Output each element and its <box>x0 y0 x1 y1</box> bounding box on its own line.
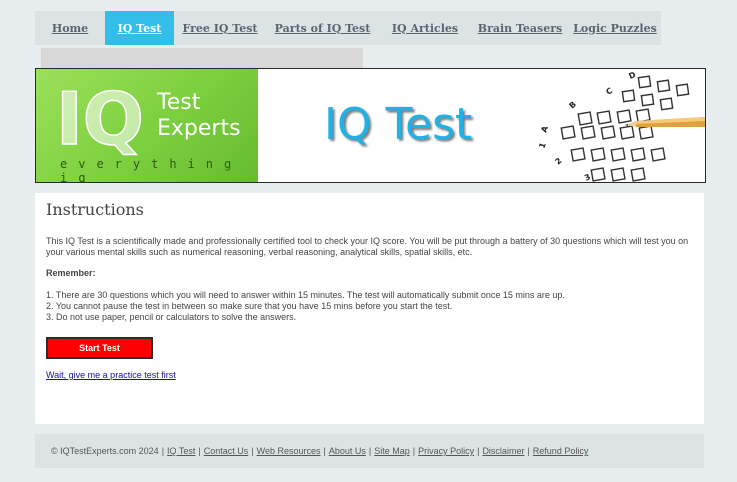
main-nav: Home IQ Test Free IQ Test Parts of IQ Te… <box>35 11 661 45</box>
rules-list: 1. There are 30 questions which you will… <box>46 290 693 323</box>
answer-number-2: 2 <box>554 156 564 166</box>
answer-letter-b: B <box>568 100 578 111</box>
logo-line-experts: Experts <box>157 116 241 141</box>
footer-link-web-resources[interactable]: Web Resources <box>257 446 321 456</box>
rule-item: 2. You cannot pause the test in between … <box>46 301 453 311</box>
rule-item: 3. Do not use paper, pencil or calculato… <box>46 312 297 322</box>
nav-home[interactable]: Home <box>35 11 105 45</box>
logo-line-test: Test <box>157 90 201 115</box>
footer-link-about-us[interactable]: About Us <box>329 446 366 456</box>
answer-number-3: 3 <box>583 172 592 182</box>
header-banner: IQ Test Experts everything iq IQ Test A … <box>35 68 706 183</box>
footer-link-disclaimer[interactable]: Disclaimer <box>482 446 524 456</box>
answer-letter-a: A <box>539 124 550 134</box>
logo-mark-text: IQ <box>56 80 144 156</box>
footer-link-contact-us[interactable]: Contact Us <box>204 446 249 456</box>
practice-test-link[interactable]: Wait, give me a practice test first <box>46 370 176 380</box>
footer-link-site-map[interactable]: Site Map <box>374 446 410 456</box>
answer-number-1: 1 <box>537 141 548 150</box>
nav-free-iq-test[interactable]: Free IQ Test <box>174 11 266 45</box>
copyright-text: © IQTestExperts.com 2024 <box>51 446 159 456</box>
footer: © IQTestExperts.com 2024 | IQ Test | Con… <box>35 434 704 468</box>
answer-sheet-pencil-icon: A B C D 1 2 3 <box>537 70 705 182</box>
logo-tagline: everything iq <box>60 157 243 183</box>
nav-parts-of-iq-test[interactable]: Parts of IQ Test <box>266 11 379 45</box>
footer-link-refund-policy[interactable]: Refund Policy <box>533 446 589 456</box>
answer-letter-c: C <box>605 86 615 97</box>
site-logo[interactable]: IQ Test Experts everything iq <box>36 69 258 182</box>
footer-link-privacy-policy[interactable]: Privacy Policy <box>418 446 474 456</box>
nav-iq-test[interactable]: IQ Test <box>105 11 174 45</box>
rule-item: 1. There are 30 questions which you will… <box>46 290 565 300</box>
iq-logo-mark-icon: IQ <box>56 80 145 156</box>
nav-iq-articles[interactable]: IQ Articles <box>379 11 471 45</box>
footer-link-iq-test[interactable]: IQ Test <box>167 446 195 456</box>
answer-letter-d: D <box>628 70 638 81</box>
instructions-panel: Instructions This IQ Test is a scientifi… <box>35 193 704 424</box>
nav-logic-puzzles[interactable]: Logic Puzzles <box>569 11 661 45</box>
remember-label: Remember: <box>46 268 96 278</box>
page-title: Instructions <box>46 200 144 219</box>
start-test-button[interactable]: Start Test <box>46 337 153 359</box>
intro-paragraph: This IQ Test is a scientifically made an… <box>46 236 689 257</box>
banner-title: IQ Test <box>324 99 473 150</box>
nav-brain-teasers[interactable]: Brain Teasers <box>471 11 569 45</box>
